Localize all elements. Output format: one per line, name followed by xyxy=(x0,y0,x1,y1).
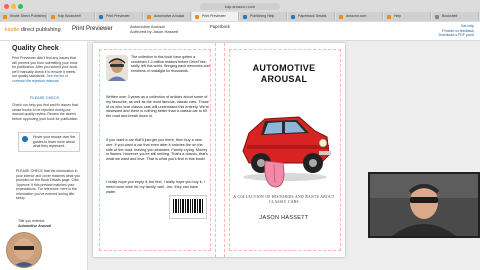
browser-tab[interactable]: Amazon.com xyxy=(336,12,383,21)
page-title: Print Previewer xyxy=(72,26,113,32)
presenter-video xyxy=(370,174,478,236)
front-subtitle: A COLLECTION OF HISTORIES AND RANTS ABOU… xyxy=(233,195,335,204)
sidebar-heading: Quality Check xyxy=(12,45,59,52)
browser-tab[interactable]: Publishing Help xyxy=(240,12,287,21)
title-entered-value: Automotive Arousal xyxy=(18,224,52,228)
tab-label: Kindle Direct Publishing xyxy=(10,14,47,18)
browser-tab[interactable]: Print Previewer xyxy=(96,12,143,21)
kdp-logo[interactable]: kindle direct publishing xyxy=(5,27,61,33)
format-label: Paperback xyxy=(210,24,231,29)
tab-favicon-icon xyxy=(99,15,103,19)
tab-favicon-icon xyxy=(435,15,439,19)
red-car-illustration xyxy=(242,116,331,188)
webcam-overlay xyxy=(368,172,480,238)
download-proof-link[interactable]: Download a PDF proof xyxy=(439,33,474,38)
hide-check-button[interactable]: PLEASE CHECK xyxy=(30,96,59,100)
tab-strip: Kindle Direct Publishing Kdp Bookshelf Pri… xyxy=(0,12,480,22)
tab-label: Print Previewer xyxy=(106,14,130,18)
sidebar-intro: Print Previewer didn't find any issues t… xyxy=(12,56,80,83)
author-photo xyxy=(106,55,128,81)
close-window-dot[interactable] xyxy=(4,4,9,9)
title-entered-label: Title you entered: xyxy=(18,219,45,223)
tab-label: Bookshelf xyxy=(442,14,458,18)
tab-label: Paperback Details xyxy=(298,14,327,18)
tab-label: Publishing Help xyxy=(250,14,275,18)
book-cover-preview: The collection in this book have gotten … xyxy=(93,43,345,257)
tab-label: Print Previewer xyxy=(202,14,226,18)
app-header: kindle direct publishing Print Previewer… xyxy=(0,22,480,41)
browser-tab[interactable]: Kdp Bookshelf xyxy=(48,12,95,21)
tab-label: Automotive Arousal xyxy=(154,14,185,18)
tab-favicon-icon xyxy=(195,15,199,19)
browser-tab[interactable]: Bookshelf xyxy=(432,12,479,21)
presenter-avatar xyxy=(6,232,42,268)
logo-rest: direct publishing xyxy=(19,27,61,33)
tab-favicon-icon xyxy=(387,15,391,19)
tab-label: Kdp Bookshelf xyxy=(58,14,81,18)
front-title-line-2: AROUSAL xyxy=(260,74,308,84)
browser-chrome: kdp.amazon.com Kindle Direct Publishing K… xyxy=(0,0,480,23)
barcode-icon xyxy=(173,199,203,213)
barcode-area[interactable] xyxy=(169,195,207,219)
address-bar[interactable]: kdp.amazon.com xyxy=(200,3,280,10)
back-cover: The collection in this book have gotten … xyxy=(93,43,215,257)
front-title-line-1: AUTOMOTIVE xyxy=(252,63,316,73)
browser-tab[interactable]: Help xyxy=(384,12,431,21)
browser-tab[interactable]: Automotive Arousal xyxy=(144,12,191,21)
book-author: Authored by Jason Hassett xyxy=(130,29,179,34)
tab-favicon-icon xyxy=(291,15,295,19)
minimize-window-dot[interactable] xyxy=(11,4,16,9)
front-cover: AUTOMOTIVE AROUSAL A COLLECTION OF HISTO… xyxy=(223,43,345,257)
info-icon xyxy=(22,136,28,142)
book-meta: Automotive Arousal Authored by Jason Has… xyxy=(130,24,178,34)
author-portrait-image xyxy=(106,55,128,81)
zoom-window-dot[interactable] xyxy=(18,4,23,9)
browser-tab[interactable]: Paperback Details xyxy=(288,12,335,21)
help-links: Get help Provide us feedback Download a … xyxy=(439,24,474,38)
info-text: Hover your mouse over the guides to lear… xyxy=(33,135,76,148)
presenter-face-image xyxy=(7,233,41,267)
tab-favicon-icon xyxy=(147,15,151,19)
tab-favicon-icon xyxy=(51,15,55,19)
tab-label: Amazon.com xyxy=(346,14,367,18)
tab-favicon-icon xyxy=(243,15,247,19)
back-paragraph-3: I really hope you enjoy it, but first, I… xyxy=(106,180,205,194)
tab-favicon-icon xyxy=(3,15,7,19)
tab-label: Help xyxy=(394,14,402,18)
browser-tab[interactable]: Kindle Direct Publishing xyxy=(0,12,47,21)
back-paragraph-2: If you want a car that'll just get you t… xyxy=(106,138,208,162)
browser-tab[interactable]: Print Previewer xyxy=(192,12,239,21)
check-details-text: PLEASE CHECK that the information in you… xyxy=(16,169,81,200)
guides-info-box: Hover your mouse over the guides to lear… xyxy=(18,132,80,152)
front-author: JASON HASSETT xyxy=(259,215,309,221)
sidebar-para2: Check our help you find and fix issues t… xyxy=(12,103,79,121)
logo-brand: kindle xyxy=(5,27,20,33)
back-paragraph-1: Written over 3 years as a collection of … xyxy=(106,95,210,119)
back-blurb: The collection in this book have gotten … xyxy=(131,55,210,73)
tab-favicon-icon xyxy=(339,15,343,19)
